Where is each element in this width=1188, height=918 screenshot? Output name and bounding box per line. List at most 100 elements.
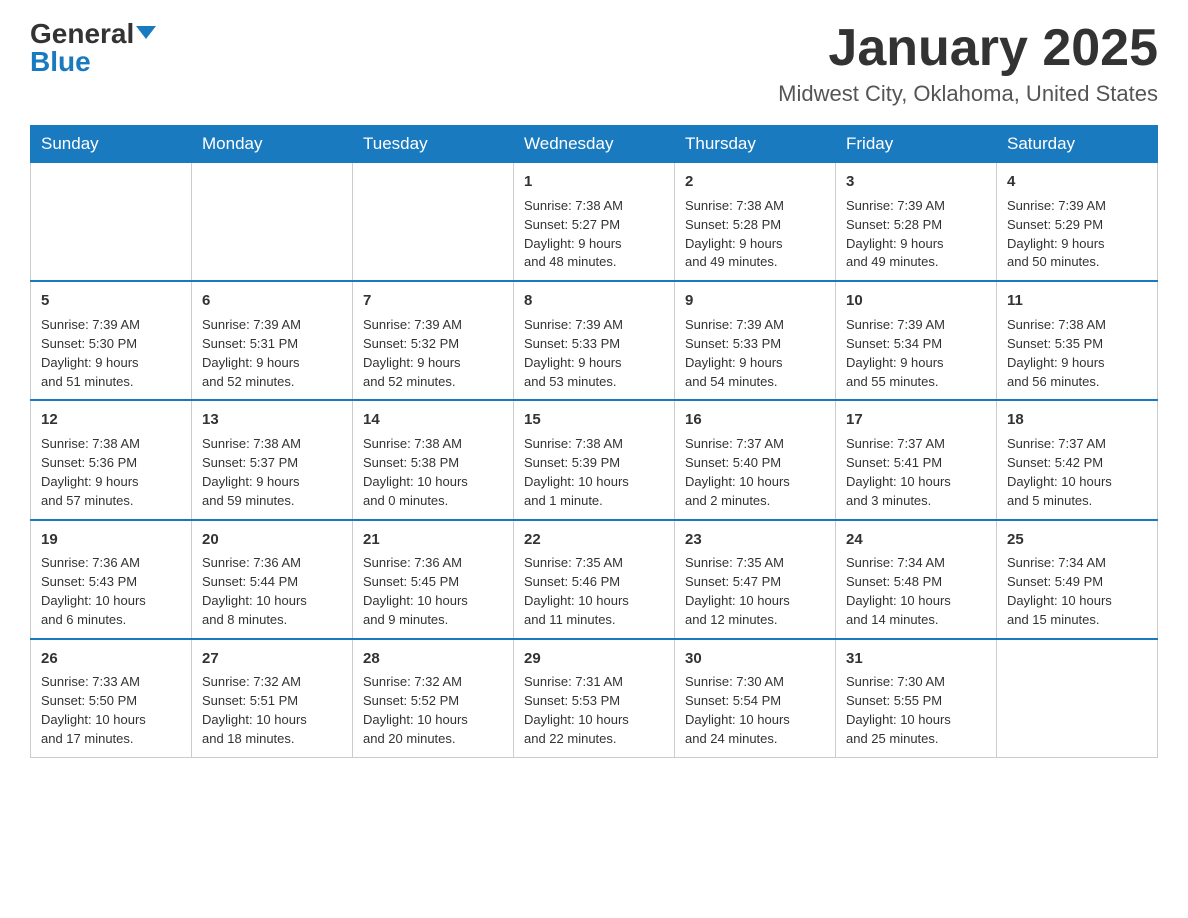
day-info: Sunrise: 7:37 AM Sunset: 5:41 PM Dayligh… — [846, 435, 986, 510]
day-number: 26 — [41, 648, 181, 670]
day-info: Sunrise: 7:35 AM Sunset: 5:47 PM Dayligh… — [685, 554, 825, 629]
day-number: 30 — [685, 648, 825, 670]
day-info: Sunrise: 7:36 AM Sunset: 5:43 PM Dayligh… — [41, 554, 181, 629]
day-number: 18 — [1007, 409, 1147, 431]
day-number: 25 — [1007, 529, 1147, 551]
calendar-cell: 19Sunrise: 7:36 AM Sunset: 5:43 PM Dayli… — [31, 520, 192, 639]
calendar-cell: 31Sunrise: 7:30 AM Sunset: 5:55 PM Dayli… — [836, 639, 997, 758]
calendar-cell: 30 Sunrise: 7:30 AM Sunset: 5:54 PM Dayli… — [675, 639, 836, 758]
calendar-cell: 8 Sunrise: 7:39 AM Sunset: 5:33 PM Daylig… — [514, 281, 675, 400]
calendar-cell: 6 Sunrise: 7:39 AM Sunset: 5:31 PM Daylig… — [192, 281, 353, 400]
column-header-tuesday: Tuesday — [353, 126, 514, 163]
day-info: Sunrise: 7:34 AM Sunset: 5:48 PM Dayligh… — [846, 554, 986, 629]
day-number: 10 — [846, 290, 986, 312]
day-number: 2 — [685, 171, 825, 193]
day-info: Sunrise: 7:35 AM Sunset: 5:46 PM Dayligh… — [524, 554, 664, 629]
day-number: 22 — [524, 529, 664, 551]
calendar-cell: 5Sunrise: 7:39 AM Sunset: 5:30 PM Daylig… — [31, 281, 192, 400]
day-info: Sunrise: 7:39 AM Sunset: 5:31 PM Dayligh… — [202, 316, 342, 391]
day-number: 1 — [524, 171, 664, 193]
calendar-week-row: 1 Sunrise: 7:38 AM Sunset: 5:27 PM Daylig… — [31, 163, 1158, 282]
calendar-cell — [192, 163, 353, 282]
column-header-friday: Friday — [836, 126, 997, 163]
day-number: 27 — [202, 648, 342, 670]
logo-general-text: General — [30, 20, 134, 48]
calendar-cell: 27 Sunrise: 7:32 AM Sunset: 5:51 PM Dayli… — [192, 639, 353, 758]
day-number: 8 — [524, 290, 664, 312]
column-header-monday: Monday — [192, 126, 353, 163]
column-header-thursday: Thursday — [675, 126, 836, 163]
calendar-cell: 23 Sunrise: 7:35 AM Sunset: 5:47 PM Dayli… — [675, 520, 836, 639]
calendar-week-row: 26 Sunrise: 7:33 AM Sunset: 5:50 PM Dayli… — [31, 639, 1158, 758]
day-info: Sunrise: 7:37 AM Sunset: 5:40 PM Dayligh… — [685, 435, 825, 510]
calendar-cell — [31, 163, 192, 282]
column-header-wednesday: Wednesday — [514, 126, 675, 163]
day-info: Sunrise: 7:39 AM Sunset: 5:28 PM Dayligh… — [846, 197, 986, 272]
day-number: 21 — [363, 529, 503, 551]
day-info: Sunrise: 7:39 AM Sunset: 5:33 PM Dayligh… — [685, 316, 825, 391]
day-number: 20 — [202, 529, 342, 551]
day-info: Sunrise: 7:30 AM Sunset: 5:55 PM Dayligh… — [846, 673, 986, 748]
day-number: 11 — [1007, 290, 1147, 312]
calendar-week-row: 19Sunrise: 7:36 AM Sunset: 5:43 PM Dayli… — [31, 520, 1158, 639]
calendar-cell: 16 Sunrise: 7:37 AM Sunset: 5:40 PM Dayli… — [675, 400, 836, 519]
day-number: 5 — [41, 290, 181, 312]
calendar-cell: 7Sunrise: 7:39 AM Sunset: 5:32 PM Daylig… — [353, 281, 514, 400]
calendar-cell: 3Sunrise: 7:39 AM Sunset: 5:28 PM Daylig… — [836, 163, 997, 282]
calendar-cell: 2 Sunrise: 7:38 AM Sunset: 5:28 PM Daylig… — [675, 163, 836, 282]
day-number: 16 — [685, 409, 825, 431]
day-info: Sunrise: 7:36 AM Sunset: 5:45 PM Dayligh… — [363, 554, 503, 629]
day-number: 6 — [202, 290, 342, 312]
calendar-header-row: SundayMondayTuesdayWednesdayThursdayFrid… — [31, 126, 1158, 163]
day-number: 4 — [1007, 171, 1147, 193]
day-info: Sunrise: 7:30 AM Sunset: 5:54 PM Dayligh… — [685, 673, 825, 748]
calendar-cell: 25 Sunrise: 7:34 AM Sunset: 5:49 PM Dayli… — [997, 520, 1158, 639]
day-number: 14 — [363, 409, 503, 431]
title-block: January 2025 Midwest City, Oklahoma, Uni… — [778, 20, 1158, 107]
logo-blue-text: Blue — [30, 48, 91, 76]
calendar-cell: 22 Sunrise: 7:35 AM Sunset: 5:46 PM Dayli… — [514, 520, 675, 639]
calendar-cell: 14 Sunrise: 7:38 AM Sunset: 5:38 PM Dayli… — [353, 400, 514, 519]
calendar-cell: 18 Sunrise: 7:37 AM Sunset: 5:42 PM Dayli… — [997, 400, 1158, 519]
calendar-week-row: 5Sunrise: 7:39 AM Sunset: 5:30 PM Daylig… — [31, 281, 1158, 400]
day-info: Sunrise: 7:38 AM Sunset: 5:28 PM Dayligh… — [685, 197, 825, 272]
calendar-cell: 26 Sunrise: 7:33 AM Sunset: 5:50 PM Dayli… — [31, 639, 192, 758]
day-number: 23 — [685, 529, 825, 551]
day-number: 17 — [846, 409, 986, 431]
calendar-cell: 4 Sunrise: 7:39 AM Sunset: 5:29 PM Daylig… — [997, 163, 1158, 282]
day-number: 9 — [685, 290, 825, 312]
calendar-cell: 28Sunrise: 7:32 AM Sunset: 5:52 PM Dayli… — [353, 639, 514, 758]
calendar-cell: 20 Sunrise: 7:36 AM Sunset: 5:44 PM Dayli… — [192, 520, 353, 639]
day-info: Sunrise: 7:31 AM Sunset: 5:53 PM Dayligh… — [524, 673, 664, 748]
day-info: Sunrise: 7:34 AM Sunset: 5:49 PM Dayligh… — [1007, 554, 1147, 629]
calendar-cell: 24 Sunrise: 7:34 AM Sunset: 5:48 PM Dayli… — [836, 520, 997, 639]
day-info: Sunrise: 7:38 AM Sunset: 5:27 PM Dayligh… — [524, 197, 664, 272]
calendar-cell: 10Sunrise: 7:39 AM Sunset: 5:34 PM Dayli… — [836, 281, 997, 400]
day-info: Sunrise: 7:38 AM Sunset: 5:37 PM Dayligh… — [202, 435, 342, 510]
day-number: 13 — [202, 409, 342, 431]
day-number: 24 — [846, 529, 986, 551]
calendar-cell — [353, 163, 514, 282]
calendar-cell: 12Sunrise: 7:38 AM Sunset: 5:36 PM Dayli… — [31, 400, 192, 519]
calendar-cell: 9 Sunrise: 7:39 AM Sunset: 5:33 PM Daylig… — [675, 281, 836, 400]
location-title: Midwest City, Oklahoma, United States — [778, 81, 1158, 107]
calendar-week-row: 12Sunrise: 7:38 AM Sunset: 5:36 PM Dayli… — [31, 400, 1158, 519]
day-info: Sunrise: 7:32 AM Sunset: 5:51 PM Dayligh… — [202, 673, 342, 748]
day-info: Sunrise: 7:38 AM Sunset: 5:39 PM Dayligh… — [524, 435, 664, 510]
calendar-cell: 11Sunrise: 7:38 AM Sunset: 5:35 PM Dayli… — [997, 281, 1158, 400]
calendar-cell: 13 Sunrise: 7:38 AM Sunset: 5:37 PM Dayli… — [192, 400, 353, 519]
day-info: Sunrise: 7:36 AM Sunset: 5:44 PM Dayligh… — [202, 554, 342, 629]
day-number: 29 — [524, 648, 664, 670]
day-info: Sunrise: 7:37 AM Sunset: 5:42 PM Dayligh… — [1007, 435, 1147, 510]
calendar-cell: 29 Sunrise: 7:31 AM Sunset: 5:53 PM Dayli… — [514, 639, 675, 758]
day-info: Sunrise: 7:39 AM Sunset: 5:33 PM Dayligh… — [524, 316, 664, 391]
day-number: 12 — [41, 409, 181, 431]
day-info: Sunrise: 7:33 AM Sunset: 5:50 PM Dayligh… — [41, 673, 181, 748]
day-info: Sunrise: 7:38 AM Sunset: 5:38 PM Dayligh… — [363, 435, 503, 510]
day-info: Sunrise: 7:39 AM Sunset: 5:29 PM Dayligh… — [1007, 197, 1147, 272]
day-number: 15 — [524, 409, 664, 431]
calendar-cell: 15 Sunrise: 7:38 AM Sunset: 5:39 PM Dayli… — [514, 400, 675, 519]
calendar-cell — [997, 639, 1158, 758]
calendar-table: SundayMondayTuesdayWednesdayThursdayFrid… — [30, 125, 1158, 758]
calendar-cell: 1 Sunrise: 7:38 AM Sunset: 5:27 PM Daylig… — [514, 163, 675, 282]
